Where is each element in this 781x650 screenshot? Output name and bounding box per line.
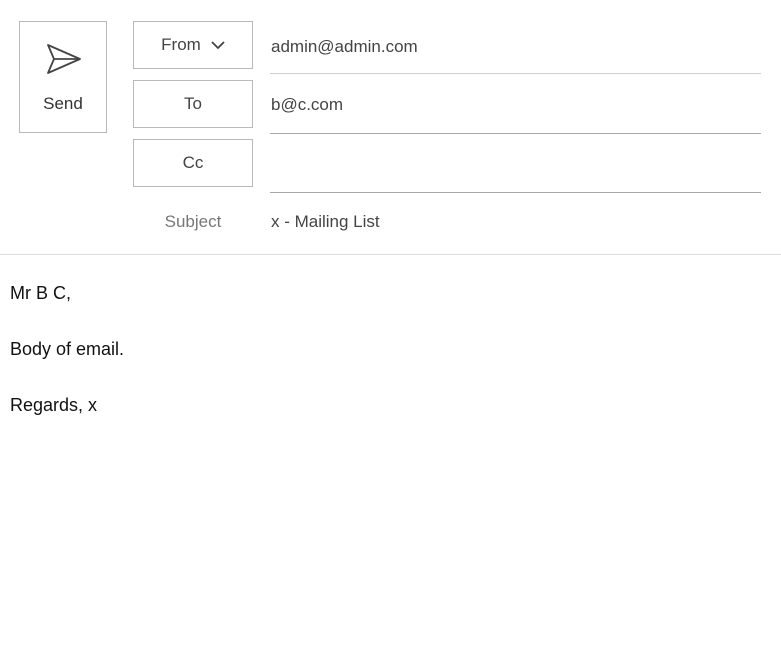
from-label: From [161, 35, 201, 54]
cc-label: Cc [182, 153, 204, 172]
divider [0, 254, 781, 255]
to-button[interactable]: To [133, 80, 253, 128]
cc-field[interactable] [270, 139, 761, 193]
body-signoff: Regards, x [10, 395, 98, 415]
subject-field[interactable]: x - Mailing List [271, 212, 380, 232]
send-label: Send [43, 94, 83, 113]
to-field[interactable]: b@c.com [270, 78, 761, 134]
body-greeting: Mr B C, [10, 283, 71, 303]
chevron-down-icon [211, 41, 225, 50]
from-button[interactable]: From [133, 21, 253, 69]
message-body[interactable]: Mr B C, Body of email. Regards, x [10, 282, 770, 450]
send-icon [47, 44, 81, 74]
send-button[interactable]: Send [19, 21, 107, 133]
to-label: To [184, 94, 202, 113]
subject-label: Subject [164, 212, 222, 231]
body-content: Body of email. [10, 339, 125, 359]
email-compose: Send From admin@admin.com To b@c.com Cc … [0, 0, 781, 650]
cc-button[interactable]: Cc [133, 139, 253, 187]
from-field[interactable]: admin@admin.com [270, 20, 761, 74]
